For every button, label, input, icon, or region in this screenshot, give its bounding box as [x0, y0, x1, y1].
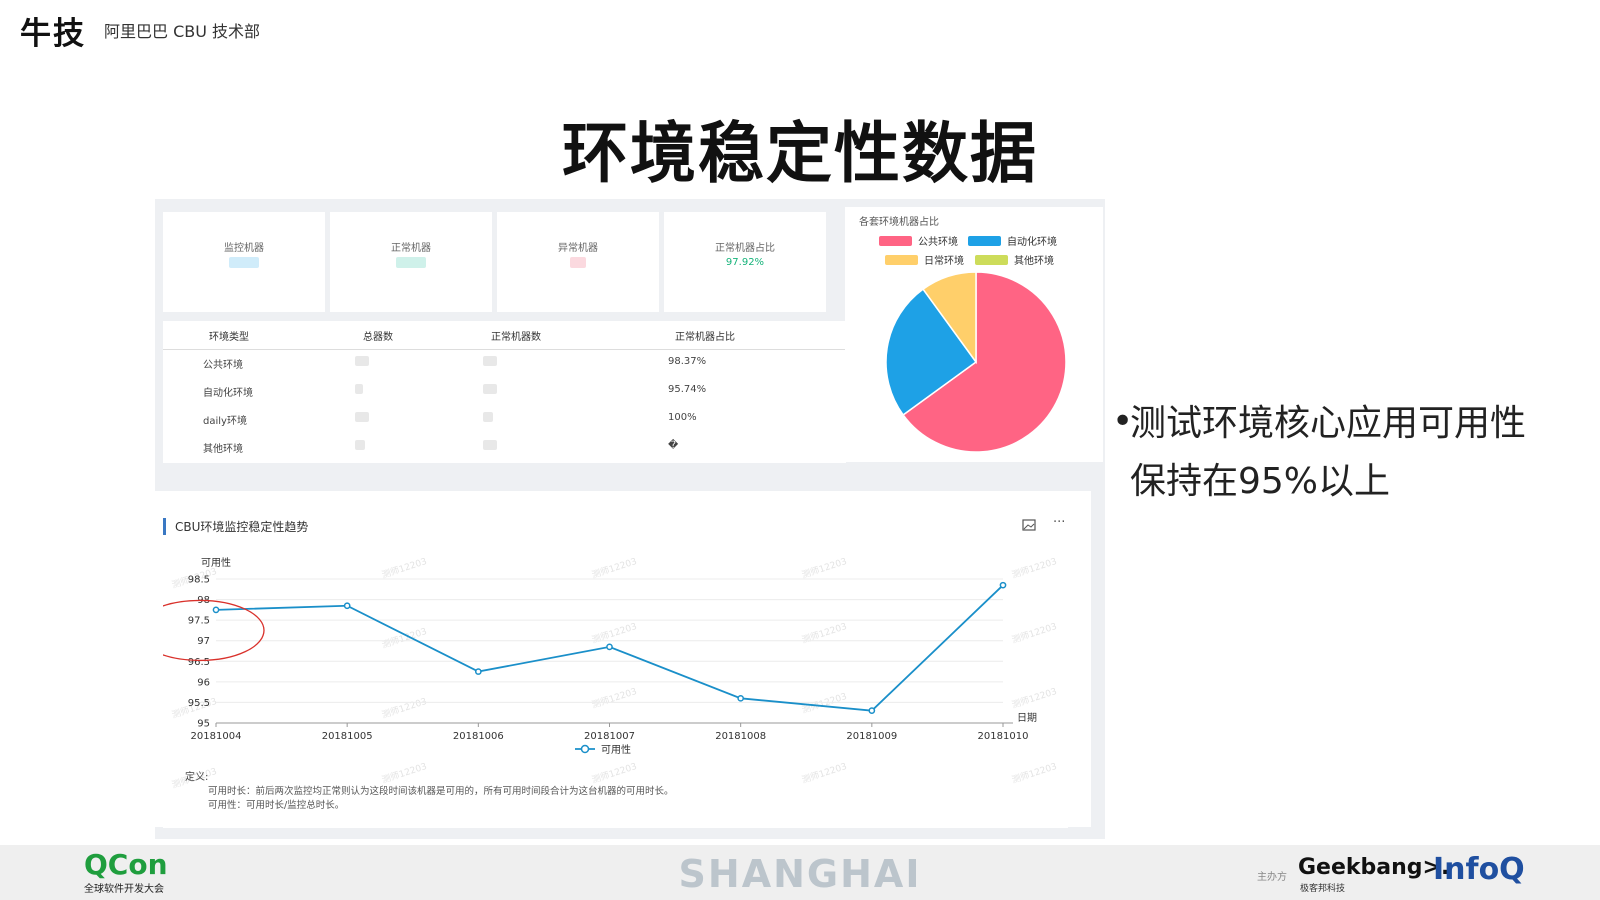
- blurred-value: [355, 440, 365, 450]
- cell-ratio: 100%: [668, 412, 697, 423]
- cell-type: 公共环境: [203, 360, 243, 371]
- table-row: 自动化环境 95.74%: [163, 377, 846, 405]
- slide-title: 环境稳定性数据: [562, 115, 1038, 192]
- blurred-value: [355, 412, 369, 422]
- blurred-value: [570, 257, 586, 268]
- blurred-value: [396, 257, 426, 268]
- bullet-text: 测试环境核心应用可用性保持在95%以上: [1130, 403, 1527, 502]
- definition-line: 可用性：可用时长/监控总时长。: [208, 799, 344, 811]
- image-download-icon[interactable]: [1022, 519, 1036, 535]
- x-axis-label: 日期: [1017, 712, 1037, 724]
- blurred-value: [483, 384, 497, 394]
- y-tick-label: 96: [197, 677, 210, 688]
- y-tick-label: 95: [197, 719, 210, 730]
- card-normal-machines: 正常机器: [330, 212, 492, 312]
- x-tick-label: 20181006: [453, 731, 504, 742]
- blurred-value: [483, 440, 497, 450]
- definition-line: 可用时长：前后两次监控均正常则认为这段时间该机器是可用的，所有可用时间段合计为这…: [208, 785, 674, 797]
- cell-total: [355, 384, 363, 397]
- x-tick-label: 20181009: [846, 731, 897, 742]
- data-point[interactable]: [606, 643, 613, 651]
- cell-ratio: 98.37%: [668, 356, 707, 367]
- cell-normal: [483, 440, 497, 453]
- card-value: [330, 257, 492, 271]
- data-point[interactable]: [212, 606, 220, 614]
- data-point[interactable]: [999, 581, 1007, 589]
- table-header-row: 环境类型 总器数 正常机器数 正常机器占比: [163, 321, 846, 350]
- card-label: 异常机器: [558, 243, 598, 254]
- table-row: 其他环境 �: [163, 433, 846, 461]
- table-row: daily环境 100%: [163, 405, 846, 433]
- pie-chart: [885, 271, 1067, 453]
- y-tick-label: 96.5: [188, 657, 210, 668]
- legend-marker: [580, 744, 590, 754]
- col-header: 正常机器占比: [675, 332, 735, 343]
- x-tick-label: 20181008: [715, 731, 766, 742]
- x-tick-label: 20181005: [322, 731, 373, 742]
- trend-panel-title: CBU环境监控稳定性趋势: [163, 518, 308, 535]
- y-tick-label: 97.5: [188, 616, 210, 627]
- x-tick-label: 20181007: [584, 731, 635, 742]
- y-tick-label: 95.5: [188, 698, 210, 709]
- table-row: 公共环境 98.37%: [163, 349, 846, 377]
- blurred-value: [355, 356, 369, 366]
- col-header: 总器数: [363, 332, 393, 343]
- geekbang-logo: Geekbang>.: [1298, 855, 1450, 880]
- x-tick-label: 20181010: [978, 731, 1029, 742]
- cell-ratio: 95.74%: [668, 384, 707, 395]
- geekbang-subtitle: 极客邦科技: [1300, 884, 1346, 894]
- col-header: 正常机器数: [491, 332, 541, 343]
- cell-total: [355, 440, 365, 453]
- cell-type: daily环境: [203, 416, 247, 427]
- legend-label[interactable]: 可用性: [601, 743, 631, 756]
- bullet-point: • 测试环境核心应用可用性保持在95%以上: [1112, 395, 1550, 511]
- more-icon[interactable]: ···: [1053, 515, 1065, 530]
- data-point[interactable]: [343, 602, 351, 610]
- data-point[interactable]: [868, 707, 876, 715]
- card-label: 正常机器占比: [715, 243, 775, 254]
- infoq-logo: InfoQ: [1433, 852, 1525, 887]
- org-name: 阿里巴巴 CBU 技术部: [104, 22, 261, 41]
- x-tick-label: 20181004: [191, 731, 242, 742]
- data-point[interactable]: [474, 668, 482, 675]
- card-abnormal-machines: 异常机器: [497, 212, 659, 312]
- blurred-value: [483, 412, 493, 422]
- card-value: [497, 257, 659, 271]
- cell-total: [355, 412, 369, 425]
- card-value: [163, 257, 325, 271]
- card-monitored-machines: 监控机器: [163, 212, 325, 312]
- cell-normal: [483, 412, 493, 425]
- card-label: 监控机器: [224, 243, 264, 254]
- card-value: 97.92%: [725, 257, 765, 268]
- y-tick-label: 97: [197, 636, 210, 647]
- blurred-value: [229, 257, 259, 268]
- cell-ratio: �: [668, 440, 679, 451]
- cell-normal: [483, 356, 497, 369]
- y-tick-label: 98.5: [188, 575, 210, 586]
- trend-line-chart: 测师12203 测师12203 测师12203 测师12203 测师12203测师122…: [163, 543, 1068, 828]
- cell-normal: [483, 384, 497, 397]
- cell-type: 其他环境: [203, 444, 243, 455]
- cell-total: [355, 356, 369, 369]
- environment-table: 环境类型 总器数 正常机器数 正常机器占比 公共环境 98.37% 自动化环境 …: [163, 321, 846, 463]
- pie-chart-card: 各套环境机器占比 公共环境 自动化环境 日常环境 其他环境: [845, 207, 1103, 462]
- blurred-value: [483, 356, 497, 366]
- sponsor-label: 主办方: [1257, 872, 1287, 883]
- cell-type: 自动化环境: [203, 388, 253, 399]
- brand-logo: 牛技: [20, 15, 86, 52]
- blurred-value: [355, 384, 363, 394]
- bullet-dot: •: [1112, 401, 1134, 442]
- card-normal-ratio: 正常机器占比 97.92%: [664, 212, 826, 312]
- data-point[interactable]: [737, 694, 745, 702]
- definition-label: 定义:: [185, 770, 208, 783]
- y-axis-label: 可用性: [201, 556, 231, 569]
- card-label: 正常机器: [391, 243, 431, 254]
- col-header: 环境类型: [209, 332, 249, 343]
- brand-header: 牛技 阿里巴巴 CBU 技术部: [20, 10, 261, 52]
